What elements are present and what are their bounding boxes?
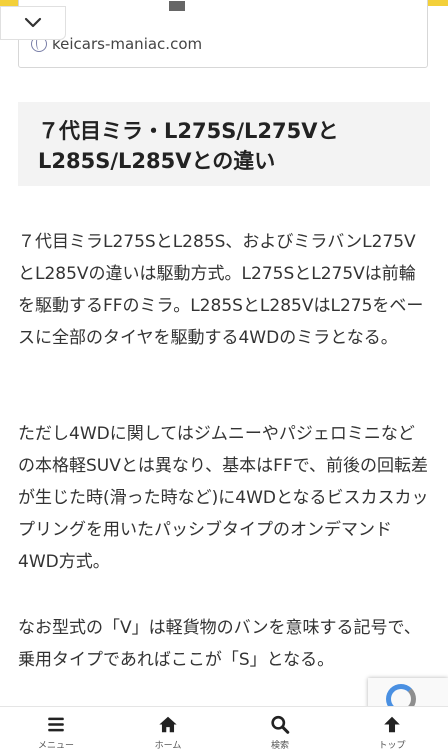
link-card-thumbnail [169, 1, 185, 11]
article-paragraph: ７代目ミラL275SとL285S、およびミラバンL275VとL285Vの違いは駆… [18, 232, 424, 348]
link-card-url-text: keicars-maniac.com [52, 35, 203, 53]
nav-label-top: トップ [378, 741, 406, 751]
article-paragraph: なお型式の「V」は軽貨物のバンを意味する記号で、乗用タイプであればここが「S」と… [18, 618, 421, 670]
collapse-toggle-button[interactable] [0, 6, 66, 40]
search-icon [271, 715, 290, 734]
nav-label-search: 検索 [270, 741, 289, 751]
bottom-navigation: メニュー ホーム 検索 トップ [0, 706, 448, 751]
nav-label-home: ホーム [154, 741, 182, 751]
menu-icon [48, 717, 64, 732]
arrow-up-icon [384, 716, 400, 733]
home-icon [159, 716, 177, 733]
nav-item-top[interactable]: トップ [336, 707, 448, 751]
nav-label-menu: メニュー [37, 741, 74, 751]
section-heading: ７代目ミラ・L275S/L275VとL285S/L285Vとの違い [18, 102, 430, 186]
article-paragraph: ただし4WDに関してはジムニーやパジェロミニなどの本格軽SUVとは異なり、基本は… [18, 424, 429, 572]
link-card[interactable]: keicars-maniac.com [18, 0, 428, 68]
nav-item-search[interactable]: 検索 [224, 707, 336, 751]
chevron-down-icon [24, 17, 42, 28]
nav-item-menu[interactable]: メニュー [0, 707, 112, 751]
nav-item-home[interactable]: ホーム [112, 707, 224, 751]
